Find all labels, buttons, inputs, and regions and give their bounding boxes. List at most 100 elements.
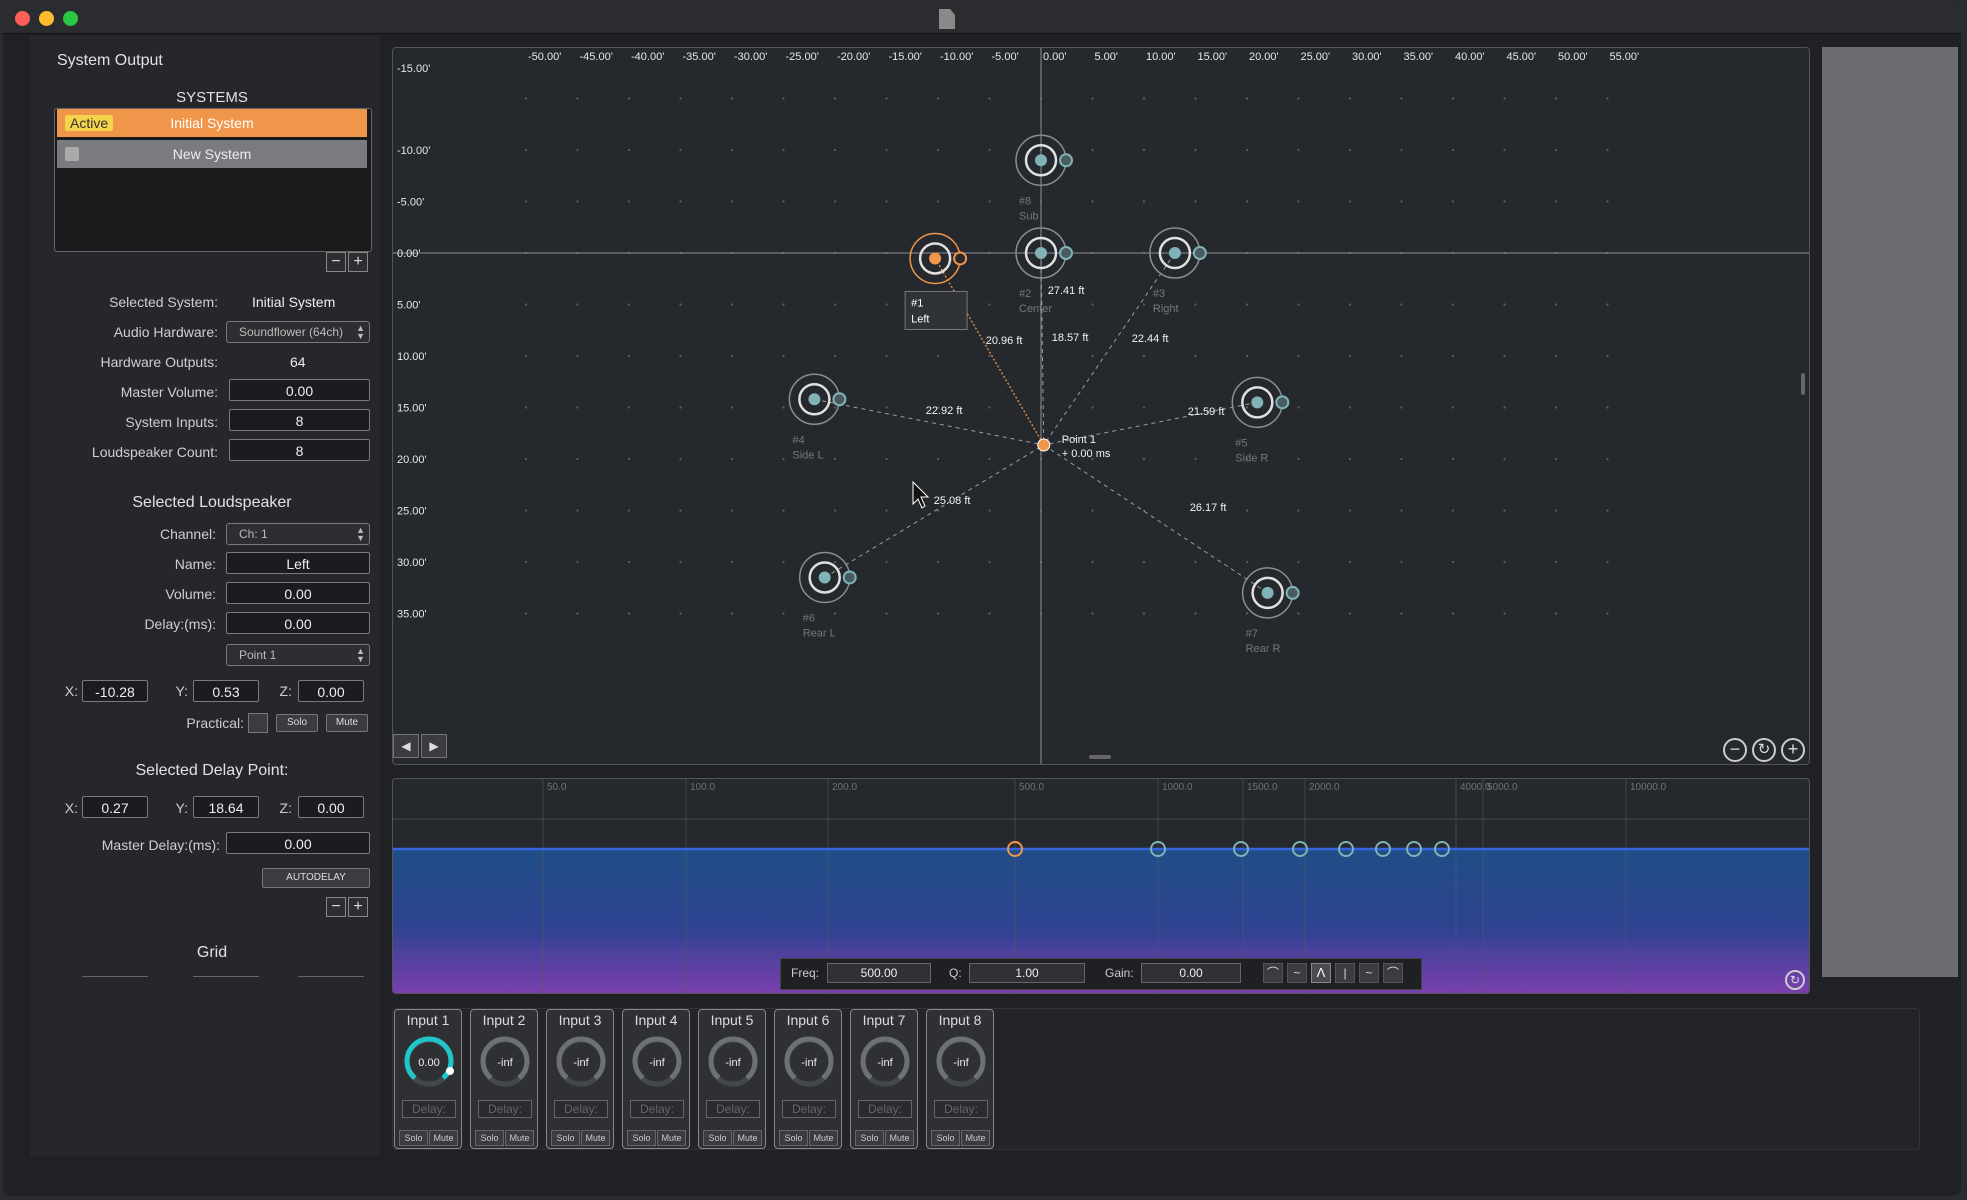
freq-tick-label: 10000.0 — [1630, 782, 1667, 793]
system-checkbox[interactable] — [65, 147, 79, 161]
input-solo-button[interactable]: Solo — [627, 1130, 656, 1146]
input-mute-button[interactable]: Mute — [581, 1130, 610, 1146]
input-solo-button[interactable]: Solo — [475, 1130, 504, 1146]
system-inputs-field[interactable]: 8 — [229, 409, 370, 431]
system-row-new[interactable]: New System — [57, 140, 367, 168]
scroll-left-button[interactable]: ◀ — [393, 734, 419, 758]
top-tick-label: 45.00' — [1507, 51, 1537, 63]
input-level: -inf — [573, 1057, 589, 1069]
input-mute-button[interactable]: Mute — [809, 1130, 838, 1146]
input-solo-button[interactable]: Solo — [779, 1130, 808, 1146]
speaker-y-field[interactable]: 0.53 — [193, 680, 259, 702]
name-field[interactable]: Left — [226, 552, 370, 574]
eq-reset-icon[interactable]: ↻ — [1785, 970, 1805, 990]
input-mute-button[interactable]: Mute — [505, 1130, 534, 1146]
zoom-out-icon[interactable]: − — [1723, 738, 1747, 762]
input-delay-field[interactable]: Delay: — [478, 1100, 532, 1118]
input-strip: Input 7 -inf Delay: Solo Mute — [850, 1009, 918, 1149]
speaker-4-handle — [832, 392, 847, 407]
autodelay-button[interactable]: AUTODELAY — [262, 868, 370, 888]
add-delay-point-button[interactable]: + — [348, 897, 368, 917]
highcut-filter-icon[interactable]: ⌒ — [1383, 963, 1403, 983]
input-strip: Input 5 -inf Delay: Solo Mute — [698, 1009, 766, 1149]
freq-field[interactable]: 500.00 — [827, 963, 931, 983]
input-gain-knob[interactable]: -inf — [935, 1036, 987, 1088]
close-window-button[interactable] — [15, 11, 30, 26]
delay-point-y-field[interactable]: 18.64 — [193, 796, 259, 818]
point-select[interactable]: Point 1 ▲ ▼ — [226, 644, 370, 666]
delay-field[interactable]: 0.00 — [226, 612, 370, 634]
input-mute-button[interactable]: Mute — [429, 1130, 458, 1146]
speaker-solo-button[interactable]: Solo — [276, 714, 318, 732]
volume-field[interactable]: 0.00 — [226, 582, 370, 604]
input-gain-knob[interactable]: 0.00 — [403, 1036, 455, 1088]
gain-field[interactable]: 0.00 — [1141, 963, 1241, 983]
input-level: -inf — [953, 1057, 969, 1069]
input-gain-knob[interactable]: -inf — [707, 1036, 759, 1088]
input-solo-button[interactable]: Solo — [855, 1130, 884, 1146]
audio-hardware-select[interactable]: Soundflower (64ch) ▲ ▼ — [226, 321, 370, 343]
notch-filter-icon[interactable]: | — [1335, 963, 1355, 983]
zoom-in-icon[interactable]: + — [1781, 738, 1805, 762]
q-field[interactable]: 1.00 — [969, 963, 1085, 983]
remove-delay-point-button[interactable]: − — [326, 897, 346, 917]
input-mute-button[interactable]: Mute — [733, 1130, 762, 1146]
speaker-7-id: #7 — [1246, 628, 1258, 640]
speaker-plot-canvas[interactable]: -50.00' -45.00' -40.00' -35.00' -30.00' -25.0… — [393, 48, 1809, 764]
input-mute-button[interactable]: Mute — [961, 1130, 990, 1146]
channel-select[interactable]: Ch: 1 ▲ ▼ — [226, 523, 370, 545]
input-mute-button[interactable]: Mute — [885, 1130, 914, 1146]
practical-checkbox[interactable] — [248, 713, 268, 733]
input-delay-field[interactable]: Delay: — [934, 1100, 988, 1118]
input-mute-button[interactable]: Mute — [657, 1130, 686, 1146]
input-solo-button[interactable]: Solo — [551, 1130, 580, 1146]
scroll-right-button[interactable]: ▶ — [421, 734, 447, 758]
input-delay-field[interactable]: Delay: — [706, 1100, 760, 1118]
speaker-z-field[interactable]: 0.00 — [298, 680, 364, 702]
loudspeaker-count-field[interactable]: 8 — [229, 439, 370, 461]
freq-tick-label: 500.0 — [1019, 782, 1044, 793]
lowshelf-filter-icon[interactable]: ~ — [1287, 963, 1307, 983]
remove-system-button[interactable]: − — [326, 252, 346, 272]
delay-point-x-field[interactable]: 0.27 — [82, 796, 148, 818]
speaker-mute-button[interactable]: Mute — [326, 714, 368, 732]
left-tick-label: 5.00' — [397, 300, 421, 312]
speaker-plot[interactable]: -50.00' -45.00' -40.00' -35.00' -30.00' -25.0… — [392, 47, 1810, 765]
input-delay-field[interactable]: Delay: — [554, 1100, 608, 1118]
input-solo-button[interactable]: Solo — [399, 1130, 428, 1146]
delay-point-z-field[interactable]: 0.00 — [298, 796, 364, 818]
highshelf-filter-icon[interactable]: ~ — [1359, 963, 1379, 983]
input-gain-knob[interactable]: -inf — [631, 1036, 683, 1088]
speaker-6-name: Rear L — [803, 627, 836, 639]
input-gain-knob[interactable]: -inf — [859, 1036, 911, 1088]
zoom-window-button[interactable] — [63, 11, 78, 26]
input-name: Input 3 — [558, 1012, 602, 1028]
speaker-8-name: Sub — [1019, 210, 1039, 222]
top-tick-label: 15.00' — [1198, 51, 1228, 63]
selected-loudspeaker-header: Selected Loudspeaker — [132, 494, 292, 511]
input-level: -inf — [725, 1057, 741, 1069]
freq-tick-label: 5000.0 — [1487, 782, 1518, 793]
input-level: -inf — [497, 1057, 513, 1069]
input-delay-field[interactable]: Delay: — [782, 1100, 836, 1118]
input-delay-field[interactable]: Delay: — [630, 1100, 684, 1118]
speaker-x-field[interactable]: -10.28 — [82, 680, 148, 702]
master-volume-field[interactable]: 0.00 — [229, 379, 370, 401]
input-solo-button[interactable]: Solo — [703, 1130, 732, 1146]
lowcut-filter-icon[interactable]: ⌒ — [1263, 963, 1283, 983]
top-tick-label: 10.00' — [1146, 51, 1176, 63]
distance-line — [1043, 252, 1176, 446]
input-gain-knob[interactable]: -inf — [555, 1036, 607, 1088]
peak-filter-icon[interactable]: Λ — [1311, 963, 1331, 983]
input-gain-knob[interactable]: -inf — [783, 1036, 835, 1088]
system-row-initial[interactable]: Active Initial System — [57, 109, 367, 137]
master-delay-field[interactable]: 0.00 — [226, 832, 370, 854]
reset-zoom-icon[interactable]: ↻ — [1752, 738, 1776, 762]
add-system-button[interactable]: + — [348, 252, 368, 272]
input-delay-field[interactable]: Delay: — [402, 1100, 456, 1118]
input-solo-button[interactable]: Solo — [931, 1130, 960, 1146]
input-gain-knob[interactable]: -inf — [479, 1036, 531, 1088]
minimize-window-button[interactable] — [39, 11, 54, 26]
input-delay-field[interactable]: Delay: — [858, 1100, 912, 1118]
top-tick-label: 0.00' — [1043, 51, 1067, 63]
